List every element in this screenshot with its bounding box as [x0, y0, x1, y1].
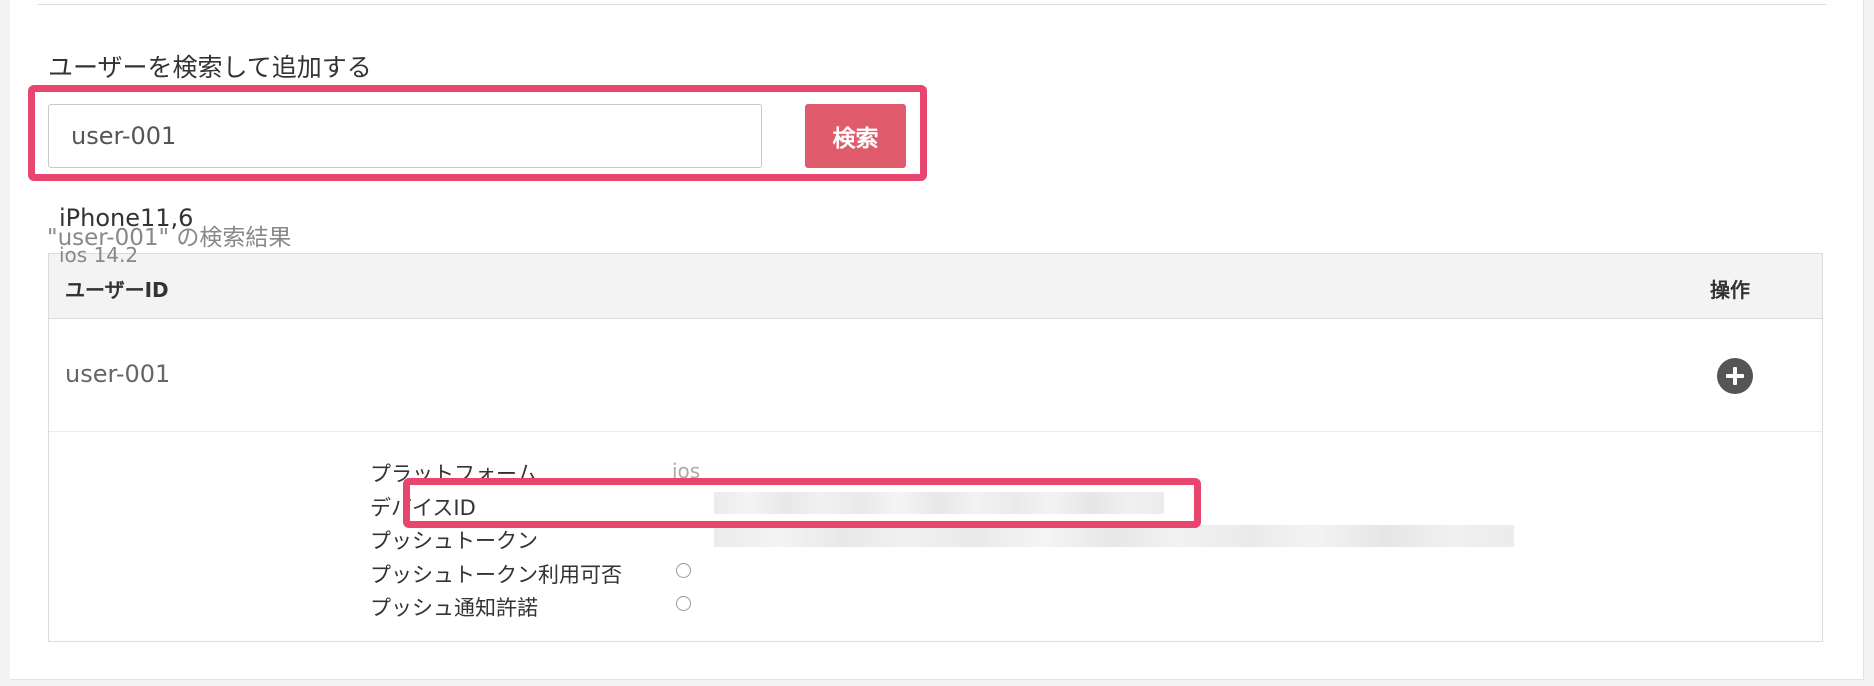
push-token-availability-label: プッシュトークン利用可否 — [370, 563, 622, 587]
table-row: user-001 — [49, 319, 1822, 432]
push-token-label: プッシュトークン — [370, 529, 538, 553]
platform-label: プラットフォーム — [370, 462, 538, 486]
column-header-user-id: ユーザーID — [65, 278, 169, 302]
push-permission-label: プッシュ通知許諾 — [370, 596, 538, 620]
device-id-value-redacted — [714, 492, 1164, 514]
device-name: iPhone11,6 — [59, 204, 194, 232]
table-header: ユーザーID 操作 — [49, 254, 1822, 319]
user-id-cell: user-001 — [65, 360, 171, 388]
push-permission-radio — [676, 596, 691, 611]
push-token-availability-radio — [676, 563, 691, 578]
user-search-input[interactable] — [48, 104, 762, 168]
results-table: ユーザーID 操作 user-001 — [48, 253, 1823, 642]
device-id-label: デバイスID — [370, 496, 476, 520]
column-header-action: 操作 — [1710, 278, 1750, 302]
push-token-value-redacted — [714, 525, 1514, 547]
device-os-version: ios 14.2 — [59, 243, 139, 267]
section-title: ユーザーを検索して追加する — [48, 53, 372, 82]
search-button[interactable]: 検索 — [805, 104, 906, 168]
add-user-icon[interactable] — [1717, 358, 1753, 394]
top-divider — [38, 4, 1826, 5]
platform-value: ios — [672, 459, 701, 483]
